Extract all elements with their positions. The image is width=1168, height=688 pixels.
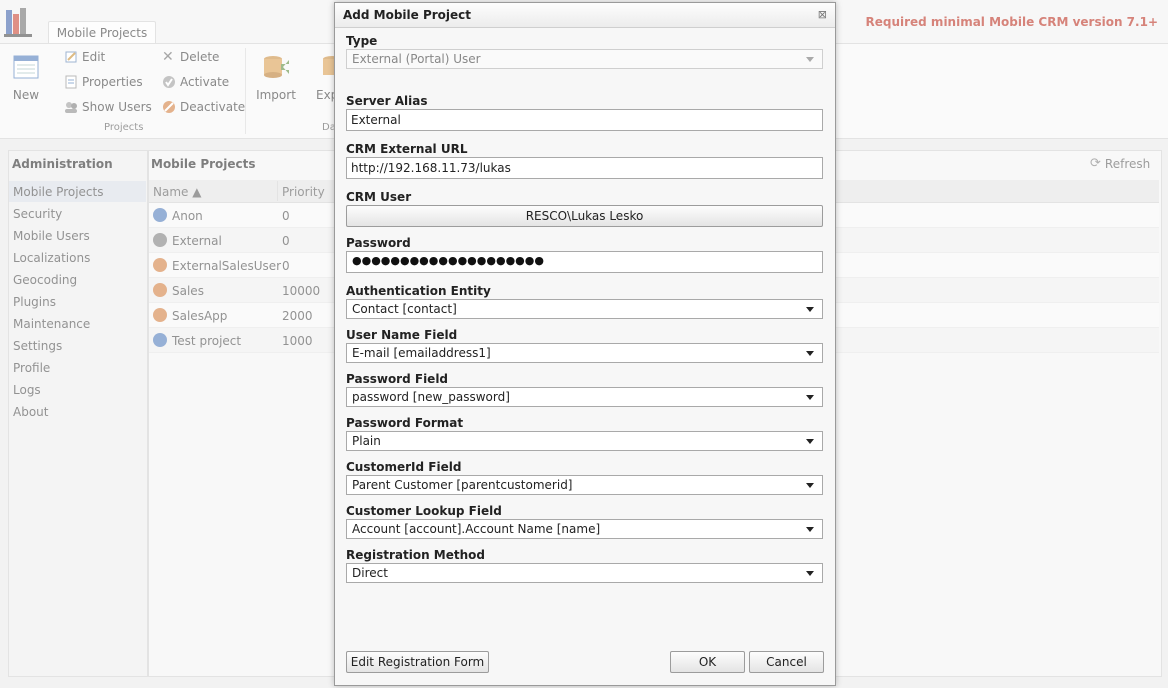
user-name-field-select[interactable]: E-mail [emailaddress1] <box>346 343 823 363</box>
close-icon[interactable]: ⊠ <box>818 8 827 21</box>
chevron-down-icon <box>806 439 814 444</box>
customerid-field-value: Parent Customer [parentcustomerid] <box>352 478 573 492</box>
password-format-value: Plain <box>352 434 381 448</box>
chevron-down-icon <box>806 483 814 488</box>
authentication-entity-label: Authentication Entity <box>346 284 491 298</box>
customer-lookup-field-value: Account [account].Account Name [name] <box>352 522 601 536</box>
crm-external-url-label: CRM External URL <box>346 142 468 156</box>
user-name-field-value: E-mail [emailaddress1] <box>352 346 491 360</box>
cancel-button[interactable]: Cancel <box>749 651 824 673</box>
server-alias-label: Server Alias <box>346 94 428 108</box>
crm-user-button[interactable]: RESCO\Lukas Lesko <box>346 205 823 227</box>
password-mask: ●●●●●●●●●●●●●●●●●●●● <box>352 254 544 267</box>
ok-button[interactable]: OK <box>670 651 745 673</box>
server-alias-input[interactable] <box>346 109 823 131</box>
authentication-entity-select[interactable]: Contact [contact] <box>346 299 823 319</box>
password-input[interactable]: ●●●●●●●●●●●●●●●●●●●● <box>346 251 823 273</box>
chevron-down-icon <box>806 571 814 576</box>
chevron-down-icon <box>806 307 814 312</box>
customer-lookup-field-label: Customer Lookup Field <box>346 504 502 518</box>
password-label: Password <box>346 236 411 250</box>
password-field-select[interactable]: password [new_password] <box>346 387 823 407</box>
dialog-title: Add Mobile Project <box>343 8 472 22</box>
type-label: Type <box>346 34 378 48</box>
password-field-label: Password Field <box>346 372 449 386</box>
crm-external-url-input[interactable] <box>346 157 823 179</box>
customer-lookup-field-select[interactable]: Account [account].Account Name [name] <box>346 519 823 539</box>
password-format-select[interactable]: Plain <box>346 431 823 451</box>
registration-method-value: Direct <box>352 566 388 580</box>
customerid-field-select[interactable]: Parent Customer [parentcustomerid] <box>346 475 823 495</box>
registration-method-select[interactable]: Direct <box>346 563 823 583</box>
registration-method-label: Registration Method <box>346 548 485 562</box>
add-mobile-project-dialog: Add Mobile Project ⊠ Type External (Port… <box>334 2 836 686</box>
password-field-value: password [new_password] <box>352 390 510 404</box>
customerid-field-label: CustomerId Field <box>346 460 462 474</box>
chevron-down-icon <box>806 57 814 62</box>
chevron-down-icon <box>806 351 814 356</box>
chevron-down-icon <box>806 527 814 532</box>
password-format-label: Password Format <box>346 416 464 430</box>
dialog-titlebar[interactable]: Add Mobile Project ⊠ <box>335 3 835 28</box>
user-name-field-label: User Name Field <box>346 328 458 342</box>
type-value: External (Portal) User <box>352 52 481 66</box>
type-select: External (Portal) User <box>346 49 823 69</box>
chevron-down-icon <box>806 395 814 400</box>
authentication-entity-value: Contact [contact] <box>352 302 457 316</box>
edit-registration-form-button[interactable]: Edit Registration Form <box>346 651 489 673</box>
crm-user-label: CRM User <box>346 190 412 204</box>
